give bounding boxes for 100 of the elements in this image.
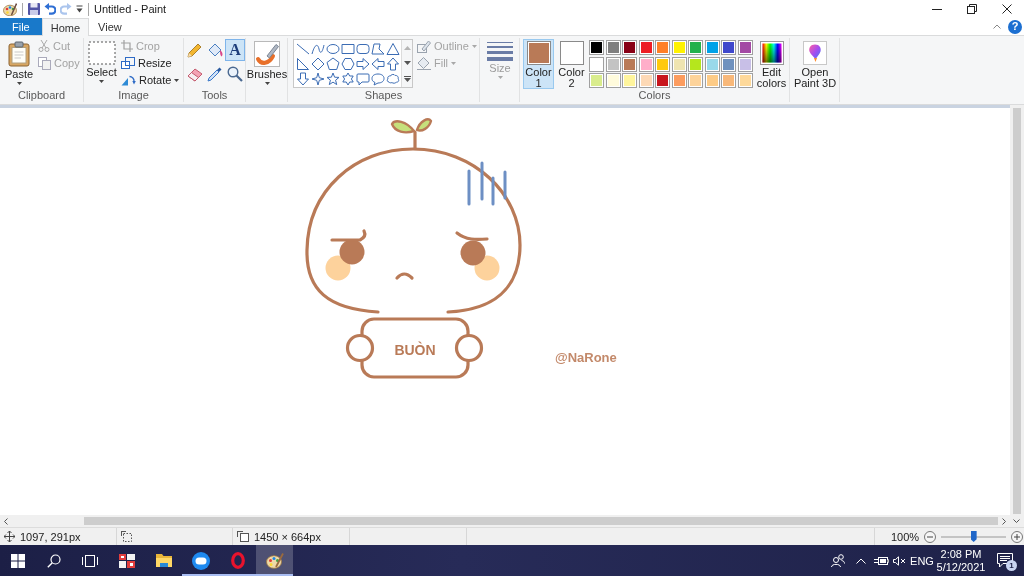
- save-icon[interactable]: [28, 3, 40, 15]
- swatch-icon[interactable]: [737, 56, 753, 72]
- close-icon[interactable]: [1001, 4, 1012, 14]
- swatch-icon[interactable]: [704, 40, 720, 55]
- swatch-icon[interactable]: [737, 73, 753, 88]
- language-button[interactable]: ENG: [908, 545, 936, 576]
- scrollbar-thumb[interactable]: [84, 517, 998, 525]
- line-icon[interactable]: [295, 41, 310, 56]
- swatch-icon[interactable]: [605, 40, 621, 55]
- brushes-button[interactable]: Brushes: [247, 39, 287, 89]
- notification-icon[interactable]: [997, 553, 1013, 568]
- right-arrow-icon[interactable]: [355, 56, 370, 71]
- scroll-left-icon[interactable]: [4, 517, 8, 525]
- scroll-down-icon[interactable]: [1012, 519, 1020, 523]
- down-arrow-icon[interactable]: [295, 71, 310, 86]
- help-button[interactable]: ?: [1008, 19, 1022, 34]
- swatch-icon[interactable]: [638, 40, 654, 55]
- swatch-icon[interactable]: [622, 40, 637, 55]
- color-select-button[interactable]: Color 2: [556, 39, 587, 89]
- diamond-icon[interactable]: [310, 56, 325, 71]
- swatch-icon[interactable]: [721, 40, 736, 55]
- swatch-icon[interactable]: [671, 40, 687, 55]
- swatch-icon[interactable]: [622, 56, 637, 72]
- scrollbar-thumb[interactable]: [1013, 108, 1021, 514]
- pentagon-icon[interactable]: [325, 56, 340, 71]
- drawing-canvas[interactable]: BUÒN @NaRone: [0, 108, 1010, 515]
- swatch-icon[interactable]: [655, 73, 670, 88]
- battery-icon[interactable]: [873, 555, 889, 566]
- right-triangle-icon[interactable]: [295, 56, 310, 71]
- fill-icon: [417, 56, 431, 70]
- swatch-icon[interactable]: [671, 56, 687, 72]
- cloud-bubble-icon[interactable]: [385, 71, 400, 86]
- swatch-icon[interactable]: [589, 73, 604, 88]
- customize-caret-icon[interactable]: [76, 5, 83, 13]
- rotate-button[interactable]: Rotate: [120, 72, 181, 88]
- search-icon[interactable]: [47, 553, 61, 568]
- four-point-star-icon[interactable]: [310, 71, 325, 86]
- triangle-icon[interactable]: [385, 41, 400, 56]
- color-select-button[interactable]: Color 1: [523, 39, 554, 89]
- scroll-down-icon[interactable]: [403, 60, 411, 65]
- rounded-rectangle-icon[interactable]: [355, 41, 370, 56]
- swatch-icon[interactable]: [655, 40, 670, 55]
- scissors-icon: [38, 40, 50, 52]
- group-label: Clipboard: [17, 89, 66, 102]
- clock-button[interactable]: 2:08 PM 5/12/2021: [936, 545, 986, 576]
- start-icon[interactable]: [11, 553, 25, 568]
- spectrum-icon: [759, 41, 784, 65]
- swatch-icon[interactable]: [704, 56, 720, 72]
- paste-button[interactable]: Paste: [2, 39, 36, 89]
- zoom-out-icon[interactable]: [924, 530, 937, 543]
- polygon-icon[interactable]: [370, 41, 385, 56]
- swatch-icon[interactable]: [638, 56, 654, 72]
- ribbon-tab[interactable]: View: [89, 18, 131, 35]
- oval-icon[interactable]: [325, 41, 340, 56]
- oval-speech-bubble-icon[interactable]: [370, 71, 385, 86]
- hexagon-icon[interactable]: [340, 56, 355, 71]
- swatch-icon[interactable]: [688, 73, 703, 88]
- scroll-right-icon[interactable]: [1002, 517, 1006, 525]
- file-menu-button[interactable]: File: [0, 18, 42, 35]
- swatch-icon[interactable]: [671, 73, 687, 88]
- swatch-icon[interactable]: [655, 56, 670, 72]
- swatch-icon[interactable]: [605, 73, 621, 88]
- resize-button[interactable]: Resize: [120, 55, 181, 71]
- six-point-star-icon[interactable]: [340, 71, 355, 86]
- select-button[interactable]: Select: [86, 39, 117, 89]
- star-icon[interactable]: [325, 71, 340, 86]
- swatch-icon[interactable]: [688, 56, 703, 72]
- up-arrow-icon[interactable]: [385, 56, 400, 71]
- zoom-in-icon[interactable]: [1011, 530, 1024, 543]
- swatch-icon[interactable]: [721, 56, 736, 72]
- left-arrow-icon[interactable]: [370, 56, 385, 71]
- speech-bubble-icon[interactable]: [355, 71, 370, 86]
- chat-logo-icon: [191, 551, 210, 570]
- muted-speaker-icon[interactable]: [892, 555, 906, 566]
- swatch-icon[interactable]: [589, 40, 604, 55]
- task-view-icon[interactable]: [82, 554, 98, 567]
- tiles-icon: [118, 553, 135, 568]
- swatch-icon[interactable]: [605, 56, 621, 72]
- minimize-icon[interactable]: [931, 8, 942, 10]
- open-paint-3d-button[interactable]: Open Paint 3D: [792, 39, 838, 89]
- text-tool[interactable]: A: [225, 39, 245, 61]
- swatch-icon[interactable]: [737, 40, 753, 55]
- pencil-icon: [187, 42, 203, 58]
- swatch-icon[interactable]: [589, 56, 604, 72]
- palette-icon[interactable]: [3, 2, 17, 16]
- swatch-icon[interactable]: [622, 73, 637, 88]
- swatch-icon[interactable]: [638, 73, 654, 88]
- people-icon[interactable]: [831, 554, 845, 567]
- rectangle-icon[interactable]: [340, 41, 355, 56]
- resize-icon: [121, 57, 135, 69]
- swatch-icon[interactable]: [721, 73, 736, 88]
- swatch-icon[interactable]: [704, 73, 720, 88]
- ribbon-tab[interactable]: Home: [41, 18, 90, 36]
- edit-colors-button[interactable]: Edit colors: [754, 39, 789, 89]
- more-icon[interactable]: [403, 75, 411, 82]
- eraser-icon: [187, 66, 203, 82]
- restore-icon[interactable]: [966, 4, 977, 14]
- undo-icon[interactable]: [44, 3, 56, 15]
- slider-thumb[interactable]: [970, 531, 977, 542]
- swatch-icon[interactable]: [688, 40, 703, 55]
